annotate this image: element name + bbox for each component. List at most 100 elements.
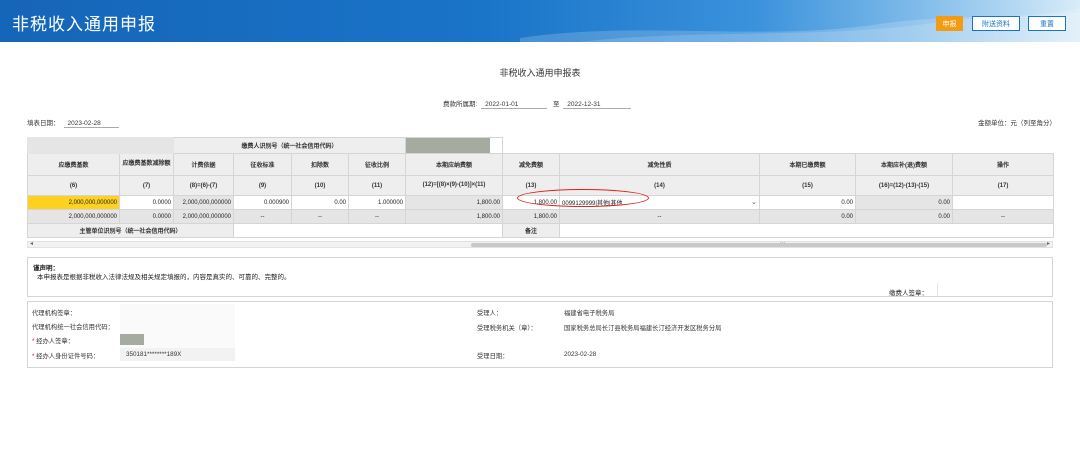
period-start-input[interactable]: 2022-01-01 [481,101,548,109]
col-header: 计费依据 [173,153,234,176]
reset-button[interactable]: 重置 [1028,16,1066,31]
table-cell: 1,800.00 [405,195,504,210]
declaration-table-wrap: 缴费人识别号（统一社会信用代码） 应缴费基数 应缴费基数减除额 计费依据 征收标… [27,137,1055,238]
agent-seal-label: 代理机构签章： [32,310,77,317]
table-cell: 2,000,000,000000 [27,209,120,224]
col-header: 操作 [952,153,1055,176]
acceptance-section: 代理机构签章： 代理机构统一社会信用代码： * 经办人签章： * 经办人身份证件… [27,301,1053,368]
table-cell: 2,000,000,000000 [173,195,234,210]
blank-cell [503,138,1054,154]
fill-date: 填表日期： 2023-02-28 [27,117,119,128]
remark-input[interactable] [559,223,1055,238]
fee-period: 费款所属期: 2022-01-01 至 2022-12-31 [443,98,632,109]
handler-sign-field[interactable] [120,334,144,345]
remark-label: 备注 [502,223,561,238]
declaration-table: 缴费人识别号（统一社会信用代码） 应缴费基数 应缴费基数减除额 计费依据 征收标… [27,137,1055,238]
table-cell: 1,800.00 [502,209,561,224]
table-row: 2,000,000,000000 0.0000 2,000,000,000000… [27,209,1055,224]
dept-id-input[interactable] [232,223,504,238]
period-label: 费款所属期: [443,101,478,108]
handler-sign-label: * 经办人签章： [32,338,74,345]
blank-cell [27,137,120,154]
col-header: 征收比例 [347,153,407,176]
handler-id-label: * 经办人身份证件号码： [32,353,100,360]
col-number: (7) [119,175,174,196]
col-header: 减免费额 [502,153,561,176]
table-cell: 0.00 [291,195,349,210]
col-number: (16)=(12)-(13)-(15) [855,175,954,196]
col-header: 扣除数 [291,153,349,176]
col-header: 应缴费基数 [27,153,120,176]
col-number: (17) [952,175,1055,196]
col-number: (11) [347,175,407,196]
table-cell: 0.000900 [233,195,292,210]
dept-id-label: 主管单位识别号（统一社会信用代码） [27,223,234,238]
payer-sign-field[interactable] [937,283,1051,296]
col-number: (6) [27,175,120,196]
red-annotation-oval [517,189,649,207]
col-header: 征收标准 [233,153,292,176]
receiver-label: 受理人： [477,310,503,317]
receiver-value: 福建省电子税务局 [564,310,615,317]
declaration-section: 谨声明： 本申报表是根据非税收入法律法规及相关规定填报的，内容是真实的、可靠的、… [27,257,1053,297]
table-cell: -- [559,209,761,224]
payer-id-field [405,137,504,154]
col-number: (10) [291,175,349,196]
tax-office-value: 国家税务总局长汀县税务局福建长汀经济开发区税务分局 [564,325,722,332]
table-cell: -- [347,209,407,224]
header-row: 应缴费基数 应缴费基数减除额 计费依据 征收标准 扣除数 征收比例 本期应纳费额… [27,153,1055,176]
chevron-down-icon[interactable]: ⌄ [751,198,757,206]
scroll-left-icon[interactable]: ◂ [30,240,33,247]
fill-date-label: 填表日期： [27,120,60,127]
col-header: 应缴费基数减除额 [119,153,174,176]
paid-amount-input[interactable]: 0.00 [759,195,857,210]
base-amount-input[interactable]: 2,000,000,000000 [27,195,120,210]
table-cell: 2,000,000,000000 [173,209,234,224]
handler-id-value: 350181********189X [126,351,182,358]
submit-button[interactable]: 申报 [936,16,963,31]
agent-code-label: 代理机构统一社会信用代码： [32,324,114,331]
table-cell: 0.00 [759,209,857,224]
table-cell: -- [952,209,1055,224]
declaration-text: 本申报表是根据非税收入法律法规及相关规定填报的，内容是真实的、可靠的、完整的。 [37,274,291,281]
attach-documents-button[interactable]: 附送资料 [972,16,1020,31]
table-cell: -- [291,209,349,224]
table-cell: 0.0000 [119,209,174,224]
operation-cell[interactable] [952,195,1055,210]
scroll-grip-icon: ... [780,239,786,245]
form-title: 非税收入通用申报表 [499,68,581,78]
payer-id-label: 缴费人识别号（统一社会信用代码） [172,137,407,154]
col-number: (8)=(6)-(7) [173,175,234,196]
top-header: 非税收入通用申报 申报 附送资料 重置 [0,0,1080,42]
horizontal-scrollbar[interactable]: ◂ ... ▸ [27,239,1053,248]
handler-sign-text: 经办人签章： [36,338,74,345]
period-to-label: 至 [552,101,560,108]
tax-office-label: 受理税务机关（章）： [477,325,537,332]
accept-date-value: 2023-02-28 [564,351,597,358]
amount-unit: 金额单位：元（列至角分） [978,120,1056,127]
scrollbar-thumb[interactable] [471,243,1047,247]
accept-date-label: 受理日期： [477,353,509,360]
handler-id-text: 经办人身份证件号码： [36,353,100,360]
col-header: 本期已缴费额 [759,153,857,176]
app-title: 非税收入通用申报 [12,15,156,34]
scroll-right-icon[interactable]: ▸ [1047,240,1050,247]
table-cell: 0.00 [855,195,954,210]
col-header: 本期应补(退)费额 [855,153,954,176]
payer-id-row: 缴费人识别号（统一社会信用代码） [27,137,1054,154]
table-cell: 1.000000 [347,195,407,210]
table-cell: -- [233,209,292,224]
blank-cell [119,137,174,154]
table-cell: 1,800.00 [405,209,504,224]
table-cell: 0.00 [855,209,954,224]
col-number: (9) [233,175,292,196]
col-header: 本期应纳费额 [405,153,504,176]
col-number: (15) [759,175,857,196]
col-number: (12)=[(8)×(9)-(10)]×(11) [405,175,504,196]
payer-sign-label: 缴费人签章： [889,290,928,297]
deduction-input[interactable]: 0.0000 [119,195,174,210]
dept-row: 主管单位识别号（统一社会信用代码） 备注 [27,223,1055,238]
fill-date-input[interactable]: 2023-02-28 [63,120,119,128]
col-header: 减免性质 [559,153,761,176]
period-end-input[interactable]: 2022-12-31 [563,101,632,109]
